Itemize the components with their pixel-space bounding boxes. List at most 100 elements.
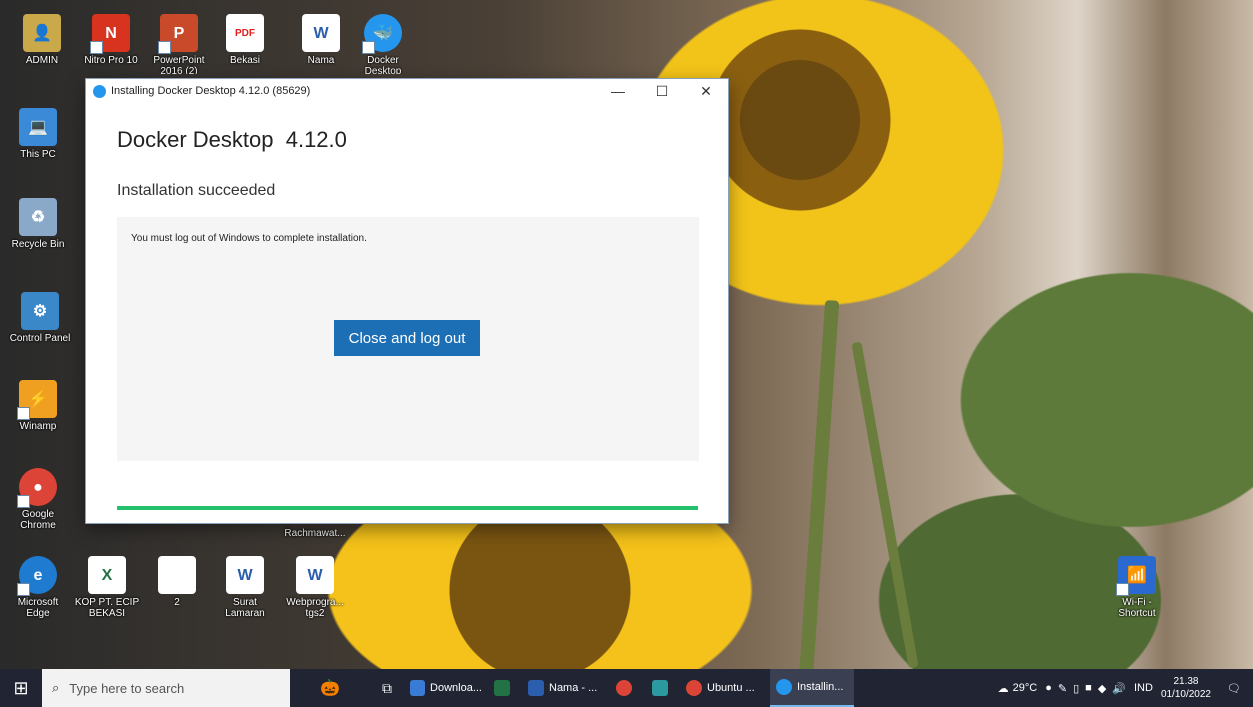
- powerpoint-icon: P: [158, 14, 198, 54]
- desktop-icon-label: This PC: [20, 149, 56, 160]
- desktop-icon-recycle-bin[interactable]: ♻ Recycle Bin: [5, 198, 71, 250]
- desktop-icon-label: Bekasi: [229, 55, 260, 66]
- desktop-icon-nama[interactable]: W Nama: [288, 14, 354, 66]
- title-bar[interactable]: Installing Docker Desktop 4.12.0 (85629)…: [86, 79, 728, 103]
- logout-message: You must log out of Windows to complete …: [131, 233, 367, 244]
- docker-icon: [93, 84, 106, 98]
- edge-icon: e: [17, 556, 57, 596]
- task-view-icon: ⧉: [382, 679, 392, 696]
- taskbar-item-downloads[interactable]: Downloa...: [404, 669, 488, 707]
- clock-date: 01/10/2022: [1160, 689, 1211, 700]
- desktop-icon-nitro[interactable]: N Nitro Pro 10: [78, 14, 144, 66]
- window-title: Installing Docker Desktop 4.12.0 (85629): [111, 85, 311, 97]
- desktop-icon-label: Recycle Bin: [11, 239, 65, 250]
- taskbar-item-label: Installin...: [797, 681, 844, 693]
- chrome-icon: ●: [17, 468, 57, 508]
- message-panel: You must log out of Windows to complete …: [117, 217, 699, 461]
- desktop-icon-label: Winamp: [19, 421, 57, 432]
- minimize-button[interactable]: —: [596, 79, 640, 103]
- start-button[interactable]: ⊞: [0, 669, 42, 707]
- desktop-icon-bekasi[interactable]: PDF Bekasi: [212, 14, 278, 66]
- product-heading: Docker Desktop 4.12.0: [117, 127, 347, 152]
- weather-widget[interactable]: ☁ 29°C: [994, 669, 1042, 707]
- desktop-icon-label: Wi-Fi - Shortcut: [1118, 597, 1156, 619]
- close-and-log-out-button[interactable]: Close and log out: [334, 320, 480, 356]
- desktop-icon-file-2[interactable]: 2: [144, 556, 210, 608]
- taskbar-item-installer[interactable]: Installin...: [770, 669, 854, 707]
- blank-file-icon: [158, 556, 196, 594]
- desktop-icon-surat-lamaran[interactable]: W Surat Lamaran: [212, 556, 278, 619]
- language-indicator[interactable]: IND: [1130, 669, 1157, 707]
- desktop-icon-docker[interactable]: 🐳 Docker Desktop: [350, 14, 416, 74]
- close-window-button[interactable]: ✕: [684, 79, 728, 103]
- desktop-icon-label: Nama: [307, 55, 335, 66]
- app-icon: [652, 680, 668, 696]
- maximize-button[interactable]: ☐: [640, 79, 684, 103]
- plant-stem: [851, 341, 919, 669]
- taskbar-item-excel[interactable]: [488, 669, 522, 707]
- desktop-icon-label: 2: [174, 597, 180, 608]
- pdf-file-icon: PDF: [226, 14, 264, 52]
- desktop-icon-label: Nitro Pro 10: [84, 55, 138, 66]
- notification-icon: 🗨: [1227, 682, 1241, 695]
- taskbar-item-label: Nama - ...: [549, 682, 598, 694]
- desktop-icon-rachmawat[interactable]: Rachmawat...: [282, 528, 348, 539]
- word-document-icon: W: [302, 14, 340, 52]
- word-document-icon: W: [296, 556, 334, 594]
- pen-icon: ✎: [1057, 682, 1068, 695]
- search-icon: ⌕: [52, 680, 60, 695]
- desktop-icon-label: Docker Desktop: [364, 55, 402, 74]
- volume-icon: 🔊: [1112, 682, 1126, 695]
- taskbar-item-app[interactable]: [646, 669, 680, 707]
- excel-icon: [494, 680, 510, 696]
- word-icon: [528, 680, 544, 696]
- task-view-button[interactable]: ⧉: [370, 669, 404, 707]
- desktop-icon-wifi-shortcut[interactable]: 📶 Wi-Fi - Shortcut: [1104, 556, 1170, 619]
- cortana-search-highlight[interactable]: 🎃: [290, 669, 370, 707]
- desktop-icon-powerpoint[interactable]: P PowerPoint 2016 (2): [146, 14, 212, 74]
- desktop-icon-admin[interactable]: 👤 ADMIN: [9, 14, 75, 66]
- taskbar-item-chrome[interactable]: [610, 669, 646, 707]
- docker-icon: 🐳: [362, 14, 402, 54]
- control-panel-icon: ⚙: [21, 292, 59, 330]
- desktop-icon-label: Microsoft Edge: [17, 597, 59, 619]
- desktop-icon-webprogra[interactable]: W Webprogra... tgs2: [282, 556, 348, 619]
- search-placeholder: Type here to search: [69, 680, 185, 696]
- desktop-icon-chrome[interactable]: ● Google Chrome: [5, 468, 71, 531]
- system-tray-icons[interactable]: ● ✎ ▯ ■ ◆ 🔊: [1041, 669, 1130, 707]
- installer-window: Installing Docker Desktop 4.12.0 (85629)…: [86, 79, 728, 523]
- user-folder-icon: 👤: [23, 14, 61, 52]
- excel-file-icon: X: [88, 556, 126, 594]
- docker-icon: [776, 679, 792, 695]
- notifications-button[interactable]: 🗨: [1215, 669, 1253, 707]
- taskbar-item-word[interactable]: Nama - ...: [522, 669, 610, 707]
- desktop-icon-label: Webprogra... tgs2: [286, 597, 344, 619]
- recycle-bin-icon: ♻: [19, 198, 57, 236]
- desktop-icon-label: Control Panel: [9, 333, 71, 344]
- downloads-icon: [410, 680, 426, 696]
- desktop-icon-winamp[interactable]: ⚡ Winamp: [5, 380, 71, 432]
- desktop-icon-label: Google Chrome: [20, 509, 56, 531]
- desktop-icon-label: ADMIN: [25, 55, 59, 66]
- desktop-icon-label: PowerPoint 2016 (2): [153, 55, 205, 74]
- weather-temperature: 29°C: [1012, 682, 1038, 694]
- wifi-network-icon: 📶: [1116, 556, 1156, 596]
- app-tray-icon: ■: [1085, 682, 1092, 694]
- desktop-icon-edge[interactable]: e Microsoft Edge: [5, 556, 71, 619]
- network-tray-icon: ◆: [1097, 682, 1107, 695]
- search-box[interactable]: ⌕ Type here to search: [42, 669, 290, 707]
- chrome-tray-icon: ●: [1045, 682, 1052, 694]
- taskbar: ⊞ ⌕ Type here to search 🎃 ⧉ Downloa... N…: [0, 669, 1253, 707]
- clock[interactable]: 21.38 01/10/2022: [1157, 669, 1215, 707]
- chrome-icon: [616, 680, 632, 696]
- taskbar-item-label: Downloa...: [430, 682, 482, 694]
- chrome-icon: [686, 680, 702, 696]
- desktop-icon-this-pc[interactable]: 💻 This PC: [5, 108, 71, 160]
- nitro-pdf-icon: N: [90, 14, 130, 54]
- desktop-icon-control-panel[interactable]: ⚙ Control Panel: [5, 292, 75, 344]
- desktop-icon-label: Surat Lamaran: [225, 597, 265, 619]
- taskbar-item-ubuntu[interactable]: Ubuntu ...: [680, 669, 770, 707]
- winamp-icon: ⚡: [17, 380, 57, 420]
- clock-time: 21.38: [1173, 676, 1199, 687]
- desktop-icon-kop-ecip[interactable]: X KOP PT. ECIP BEKASI: [74, 556, 140, 619]
